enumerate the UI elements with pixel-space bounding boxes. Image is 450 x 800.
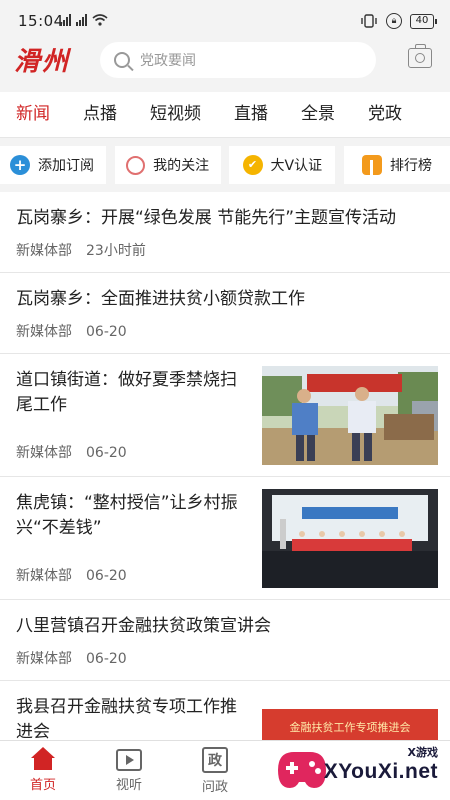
tab-on-demand[interactable]: 点播 [83,92,117,138]
news-thumbnail [262,489,438,588]
tab-panorama[interactable]: 全景 [301,92,335,138]
news-source: 新媒体部 [16,324,72,340]
news-time: 06-20 [86,445,127,461]
outdoor-photo-image [262,366,438,465]
stage-photo-image [262,489,438,588]
list-item[interactable]: 瓦岗寨乡：全面推进扶贫小额贷款工作 新媒体部 06-20 [0,273,450,354]
plus-circle-icon: + [10,155,30,175]
list-item[interactable]: 焦虎镇：“整村授信”让乡村振兴“不差钱” 新媒体部 06-20 [0,477,450,600]
news-meta: 新媒体部 23小时前 [16,240,146,260]
search-icon [114,52,130,68]
news-meta: 新媒体部 06-20 [16,565,127,585]
news-thumbnail: 金融扶贫工作专项推进会 [262,693,438,740]
search-placeholder: 党政要闻 [140,53,196,69]
news-time: 23小时前 [86,243,146,259]
status-bar: 15:04 🔒︎ 40 [0,0,450,42]
news-meta: 新媒体部 06-20 [16,648,127,668]
my-follows-button[interactable]: 我的关注 [114,146,221,184]
ranking-icon [361,155,382,184]
status-time: 15:04 [18,12,64,30]
ranking-button[interactable]: 排行榜 [343,146,450,184]
tab-inquiry[interactable]: 政 问政 [172,741,258,800]
vibrate-icon [361,14,377,28]
lock-rotation-icon: 🔒︎ [386,13,402,29]
tab-home-label: 首页 [29,778,56,793]
news-source: 新媒体部 [16,445,72,461]
news-title: 八里营镇召开金融扶贫政策宣讲会 [16,616,271,636]
meeting-banner-text: 金融扶贫工作专项推进会 [290,720,411,734]
app-header: 滑州 党政要闻 [0,42,450,92]
watermark-small: X游戏 [407,746,438,759]
wifi-icon [92,14,108,26]
news-meta: 新媒体部 06-20 [16,442,127,462]
tab-live[interactable]: 直播 [234,92,268,138]
tv-icon [116,749,142,771]
tab-inquiry-label: 问政 [201,780,228,795]
meeting-photo-image: 金融扶贫工作专项推进会 [262,693,438,740]
heart-circle-icon [126,155,146,175]
watermark: X游戏 XYouXi.net [272,742,442,796]
signal-icon [76,14,87,26]
news-list[interactable]: 瓦岗寨乡：开展“绿色发展 节能先行”主题宣传活动 新媒体部 23小时前 瓦岗寨乡：… [0,192,450,740]
news-time: 06-20 [86,651,127,667]
news-source: 新媒体部 [16,568,72,584]
v-badge-icon: ✔ [242,155,263,175]
news-source: 新媒体部 [16,243,72,259]
news-time: 06-20 [86,324,127,340]
signal-icons [60,14,108,26]
news-thumbnail [262,366,438,465]
news-title: 道口镇街道：做好夏季禁烧扫尾工作 [16,370,237,415]
big-v-button[interactable]: ✔ 大V认证 [229,146,336,184]
watermark-brand: XYouXi.net [323,760,438,783]
tab-party-gov[interactable]: 党政 [368,92,402,138]
signal-icon [60,14,71,26]
home-icon [30,747,56,771]
camera-icon[interactable] [408,44,432,68]
add-subscription-button[interactable]: + 添加订阅 [0,146,106,184]
tab-short-video[interactable]: 短视频 [150,92,201,138]
battery-icon: 40 [410,13,437,29]
news-time: 06-20 [86,568,127,584]
my-follows-label: 我的关注 [153,158,210,174]
ranking-label: 排行榜 [389,158,432,174]
list-item[interactable]: 八里营镇召开金融扶贫政策宣讲会 新媒体部 06-20 [0,600,450,681]
tab-home[interactable]: 首页 [0,741,86,800]
app-logo: 滑州 [14,47,71,77]
search-input[interactable]: 党政要闻 [100,42,376,78]
tab-audiovisual-label: 视听 [115,778,142,793]
zheng-icon: 政 [202,747,228,773]
news-title: 焦虎镇：“整村授信”让乡村振兴“不差钱” [16,493,238,538]
add-subscription-label: 添加订阅 [38,158,94,174]
big-v-label: 大V认证 [270,158,323,174]
list-item[interactable]: 瓦岗寨乡：开展“绿色发展 节能先行”主题宣传活动 新媒体部 23小时前 [0,192,450,273]
tab-news[interactable]: 新闻 [16,92,50,138]
news-title: 我县召开金融扶贫专项工作推进会 [16,697,237,740]
list-item[interactable]: 道口镇街道：做好夏季禁烧扫尾工作 新媒体部 06-20 [0,354,450,477]
status-right: 🔒︎ 40 [360,13,437,29]
channel-tabs: 新闻 点播 短视频 直播 全景 党政 [0,92,450,138]
news-meta: 新媒体部 06-20 [16,321,127,341]
news-title: 瓦岗寨乡：全面推进扶贫小额贷款工作 [16,289,305,309]
news-source: 新媒体部 [16,651,72,667]
list-item[interactable]: 我县召开金融扶贫专项工作推进会 金融扶贫工作专项推进会 [0,681,450,740]
news-title: 瓦岗寨乡：开展“绿色发展 节能先行”主题宣传活动 [16,208,397,228]
quick-actions: + 添加订阅 我的关注 ✔ 大V认证 排行榜 [0,138,450,192]
tab-audiovisual[interactable]: 视听 [86,741,172,800]
